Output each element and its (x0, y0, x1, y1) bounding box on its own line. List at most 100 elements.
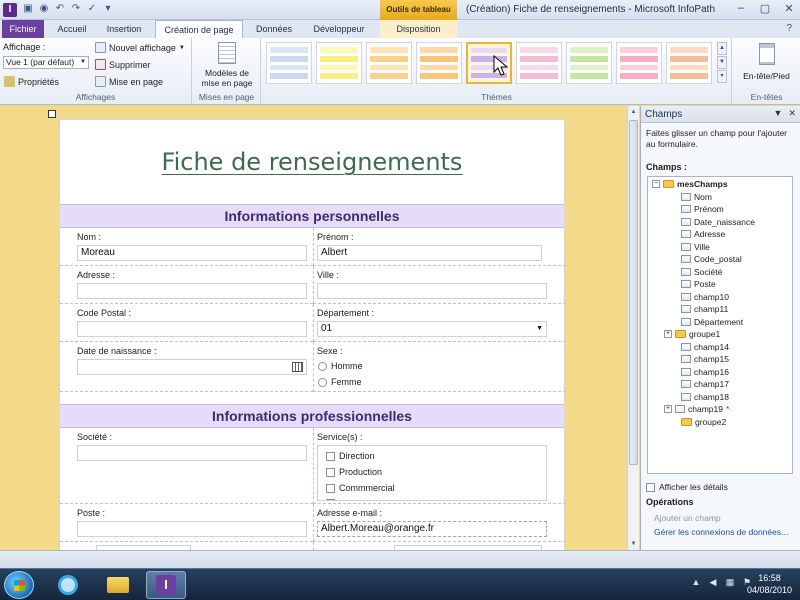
taskbar-internet-explorer[interactable] (48, 571, 88, 599)
code-postal-field[interactable] (77, 321, 307, 337)
tab-accueil[interactable]: Accueil (52, 20, 92, 38)
infopath-app-icon[interactable]: I (3, 3, 17, 17)
services-checkbox-list[interactable]: Direction Production Commmercial (317, 445, 547, 501)
poste-field[interactable] (77, 521, 307, 537)
expand-icon[interactable]: + (664, 330, 672, 338)
expand-icon[interactable]: + (664, 405, 672, 413)
tray-arrow-icon[interactable]: ▲ (691, 577, 701, 587)
date-naissance-picker[interactable] (77, 359, 307, 375)
close-button[interactable]: ✕ (782, 2, 796, 15)
preview-icon[interactable]: ◉ (38, 3, 50, 15)
radio-femme[interactable]: Femme (318, 377, 362, 387)
tree-field[interactable]: champ11 (670, 304, 728, 314)
tree-field[interactable]: champ17 (670, 379, 729, 389)
tab-creation-de-page[interactable]: Création de page (155, 20, 243, 38)
nom-field[interactable]: Moreau (77, 245, 307, 261)
departement-dropdown[interactable]: 01 ▼ (317, 321, 547, 337)
ville-field[interactable] (317, 283, 547, 299)
scroll-down-arrow-icon[interactable]: ▼ (628, 538, 639, 550)
tree-field[interactable]: Département (670, 317, 743, 327)
theme-swatch[interactable] (366, 42, 412, 84)
section-header-personal[interactable]: Informations personnelles (60, 204, 564, 228)
table-anchor-handle[interactable] (48, 110, 56, 118)
redo-icon[interactable]: ↷ (70, 3, 82, 15)
theme-swatch[interactable] (316, 42, 362, 84)
tree-field[interactable]: Code_postal (670, 254, 742, 264)
start-button[interactable] (4, 571, 34, 599)
view-select[interactable]: Vue 1 (par défaut) ▼ (3, 56, 89, 69)
societe-field[interactable] (77, 445, 307, 461)
theme-swatch[interactable] (416, 42, 462, 84)
save-icon[interactable]: ▣ (22, 3, 34, 15)
prenom-field[interactable]: Albert (317, 245, 542, 261)
themes-more[interactable]: ▾ (717, 70, 727, 83)
tree-field[interactable]: champ14 (670, 342, 729, 352)
tree-group2[interactable]: groupe2 (670, 417, 726, 427)
theme-swatch[interactable] (516, 42, 562, 84)
themes-scroll-down[interactable]: ▼ (717, 56, 727, 69)
header-footer-button[interactable]: En-tête/Pied (733, 40, 800, 86)
tree-field[interactable]: champ16 (670, 367, 729, 377)
taskbar-explorer[interactable] (98, 571, 138, 599)
form-title[interactable]: Fiche de renseignements (60, 148, 564, 176)
tree-field[interactable]: champ10 (670, 292, 729, 302)
tree-group1[interactable]: + groupe1 (664, 329, 720, 339)
delete-view-button[interactable]: Supprimer (95, 59, 151, 70)
themes-scroll-up[interactable]: ▲ (717, 42, 727, 55)
spelling-icon[interactable]: ✓ (86, 3, 98, 15)
tree-field[interactable]: Société (670, 267, 722, 277)
checkbox-partial[interactable] (326, 499, 335, 500)
scroll-up-arrow-icon[interactable]: ▲ (628, 106, 639, 118)
tab-insertion[interactable]: Insertion (100, 20, 148, 38)
tree-field[interactable]: Ville (670, 242, 710, 252)
tree-root-meschamps[interactable]: − mesChamps (652, 179, 728, 189)
tree-field[interactable]: Date_naissance (670, 217, 755, 227)
minimize-button[interactable]: – (734, 2, 748, 15)
theme-swatch[interactable] (616, 42, 662, 84)
section-header-professional[interactable]: Informations professionnelles (60, 404, 564, 428)
tab-fichier[interactable]: Fichier (2, 20, 44, 38)
tree-field[interactable]: champ15 (670, 354, 729, 364)
clock[interactable]: 16:58 04/08/2010 (747, 572, 792, 596)
show-details-checkbox[interactable]: Afficher les détails (646, 482, 728, 492)
theme-swatch[interactable] (666, 42, 712, 84)
adresse-field[interactable] (77, 283, 307, 299)
layout-templates-button[interactable]: Modèles de mise en page (193, 40, 261, 90)
collapse-icon[interactable]: − (652, 180, 660, 188)
checkbox-commercial[interactable]: Commmercial (326, 483, 395, 493)
email-field[interactable]: Albert.Moreau@orange.fr (317, 521, 547, 537)
canvas-vertical-scrollbar[interactable]: ▲ ▼ (627, 106, 639, 550)
network-icon[interactable]: ▦ (725, 577, 735, 587)
tab-donnees[interactable]: Données (250, 20, 298, 38)
tree-field[interactable]: Adresse (670, 229, 725, 239)
tab-developpeur[interactable]: Développeur (305, 20, 373, 38)
theme-swatch[interactable] (266, 42, 312, 84)
tree-field[interactable]: Prénom (670, 204, 724, 214)
checkbox-production[interactable]: Production (326, 467, 382, 477)
properties-button[interactable]: Propriétés (4, 76, 59, 87)
calendar-icon[interactable] (292, 362, 303, 372)
layout-button[interactable]: Mise en page (95, 76, 163, 87)
tree-node-label: groupe1 (689, 329, 721, 339)
task-pane-close-icon[interactable]: ✕ (788, 108, 796, 119)
task-pane-menu-icon[interactable]: ▼ (774, 108, 783, 119)
scroll-thumb[interactable] (629, 120, 638, 465)
fields-tree[interactable]: − mesChamps Nom Prénom Date_naissance Adresse… (647, 176, 793, 474)
tab-disposition[interactable]: Disposition (380, 20, 457, 38)
tree-field[interactable]: Poste (670, 279, 716, 289)
tree-field[interactable]: champ18 (670, 392, 729, 402)
checkbox-direction[interactable]: Direction (326, 451, 375, 461)
undo-icon[interactable]: ↶ (54, 3, 66, 15)
maximize-button[interactable]: ▢ (758, 2, 772, 15)
add-field-link[interactable]: Ajouter un champ (654, 513, 721, 523)
speaker-icon[interactable]: ◀ (708, 577, 718, 587)
theme-swatch[interactable] (566, 42, 612, 84)
customize-qat-icon[interactable]: ▾ (102, 3, 114, 15)
manage-connections-link[interactable]: Gérer les connexions de données... (654, 527, 788, 537)
help-icon[interactable]: ? (786, 23, 792, 34)
tree-field-champ19[interactable]: + champ19 * (664, 404, 729, 414)
taskbar-infopath[interactable]: I (146, 571, 186, 599)
new-view-button[interactable]: Nouvel affichage ▼ (95, 42, 185, 53)
radio-homme[interactable]: Homme (318, 361, 363, 371)
tree-field[interactable]: Nom (670, 192, 712, 202)
